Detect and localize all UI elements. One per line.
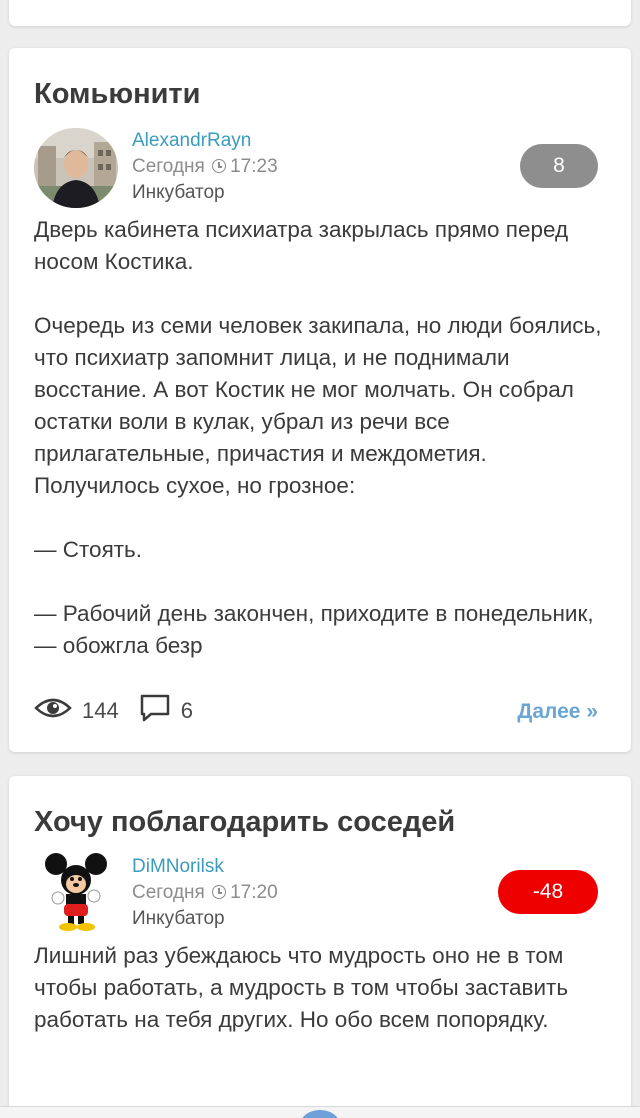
- date-label: Сегодня: [132, 882, 205, 903]
- eye-icon: [34, 696, 72, 726]
- author-link[interactable]: DiMNorilsk: [132, 854, 278, 880]
- post-title[interactable]: Комьюнити: [34, 78, 200, 111]
- community-link[interactable]: Инкубатор: [132, 906, 278, 932]
- post-stats: 144 6: [34, 693, 213, 729]
- post-card: Комьюнити AlexandrRayn Сегодня 17:23 Инк…: [9, 48, 631, 752]
- clock-icon: [212, 885, 227, 899]
- post-paragraph: — Рабочий день закончен, приходите в пон…: [34, 601, 594, 658]
- post-content: Лишний раз убеждаюсь что мудрость оно не…: [34, 940, 614, 1036]
- post-date: Сегодня 17:20: [132, 880, 278, 906]
- post-time: 17:23: [230, 156, 278, 177]
- community-link[interactable]: Инкубатор: [132, 180, 278, 206]
- read-more-link[interactable]: Далее »: [517, 700, 598, 724]
- author-link[interactable]: AlexandrRayn: [132, 128, 278, 154]
- post-paragraph: Дверь кабинета психиатра закрылась прямо…: [34, 217, 569, 274]
- comment-icon[interactable]: [139, 693, 171, 729]
- rating-badge[interactable]: 8: [520, 144, 598, 188]
- post-feed: Комьюнити AlexandrRayn Сегодня 17:23 Инк…: [0, 0, 640, 1118]
- previous-post-card: [9, 0, 631, 26]
- post-paragraph: Очередь из семи человек закипала, но люд…: [34, 313, 602, 498]
- post-meta: AlexandrRayn Сегодня 17:23 Инкубатор: [132, 128, 278, 206]
- post-title[interactable]: Хочу поблагодарить соседей: [34, 806, 455, 839]
- comments-count[interactable]: 6: [181, 698, 193, 724]
- post-paragraph: Лишний раз убеждаюсь что мудрость оно не…: [34, 943, 569, 1032]
- views-count: 144: [82, 698, 119, 723]
- post-content: Дверь кабинета психиатра закрылась прямо…: [34, 214, 614, 662]
- avatar[interactable]: [34, 128, 118, 208]
- post-time: 17:20: [230, 882, 278, 903]
- post-meta: DiMNorilsk Сегодня 17:20 Инкубатор: [132, 854, 278, 932]
- avatar[interactable]: [34, 852, 118, 932]
- clock-icon: [212, 159, 227, 173]
- post-paragraph: — Стоять.: [34, 537, 143, 562]
- rating-badge[interactable]: -48: [498, 870, 598, 914]
- post-date: Сегодня 17:23: [132, 154, 278, 180]
- post-card: Хочу поблагодарить соседей DiMNorilsk Се…: [9, 776, 631, 1118]
- date-label: Сегодня: [132, 156, 205, 177]
